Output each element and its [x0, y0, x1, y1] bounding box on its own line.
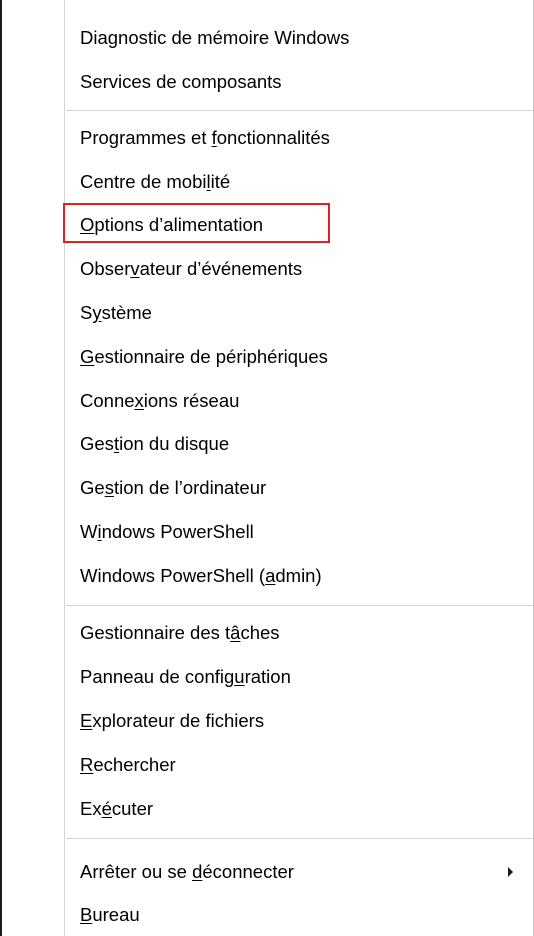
menu-left-border [0, 0, 2, 936]
menu-item-run[interactable]: Exécuter [80, 789, 153, 829]
menu-item-component-services[interactable]: Services de composants [80, 62, 282, 102]
menu-item-computer-management[interactable]: Gestion de l’ordinateur [80, 468, 266, 508]
power-options-highlight-box [63, 203, 330, 243]
menu-item-shutdown-signout[interactable]: Arrêter ou se déconnecter [80, 852, 294, 892]
menu-separator [66, 838, 533, 839]
menu-item-programs-features[interactable]: Programmes et fonctionnalités [80, 118, 330, 158]
menu-gutter-line [64, 0, 65, 936]
menu-item-network-connections[interactable]: Connexions réseau [80, 381, 239, 421]
menu-item-device-manager[interactable]: Gestionnaire de périphériques [80, 337, 328, 377]
menu-item-search[interactable]: Rechercher [80, 745, 176, 785]
menu-item-memory-diagnostic[interactable]: Diagnostic de mémoire Windows [80, 18, 349, 58]
menu-item-mobility-center[interactable]: Centre de mobilité [80, 162, 230, 202]
context-menu: Diagnostic de mémoire Windows Services d… [0, 0, 534, 936]
chevron-right-icon [508, 867, 513, 877]
menu-separator [66, 110, 533, 111]
menu-item-file-explorer[interactable]: Explorateur de fichiers [80, 701, 264, 741]
menu-item-powershell-admin[interactable]: Windows PowerShell (admin) [80, 556, 322, 596]
menu-item-powershell[interactable]: Windows PowerShell [80, 512, 254, 552]
menu-item-control-panel[interactable]: Panneau de configuration [80, 657, 291, 697]
menu-separator [66, 605, 533, 606]
menu-item-task-manager[interactable]: Gestionnaire des tâches [80, 613, 280, 653]
menu-item-event-viewer[interactable]: Observateur d’événements [80, 249, 302, 289]
menu-item-system[interactable]: Système [80, 293, 152, 333]
menu-item-desktop[interactable]: Bureau [80, 895, 140, 935]
menu-item-disk-management[interactable]: Gestion du disque [80, 424, 229, 464]
